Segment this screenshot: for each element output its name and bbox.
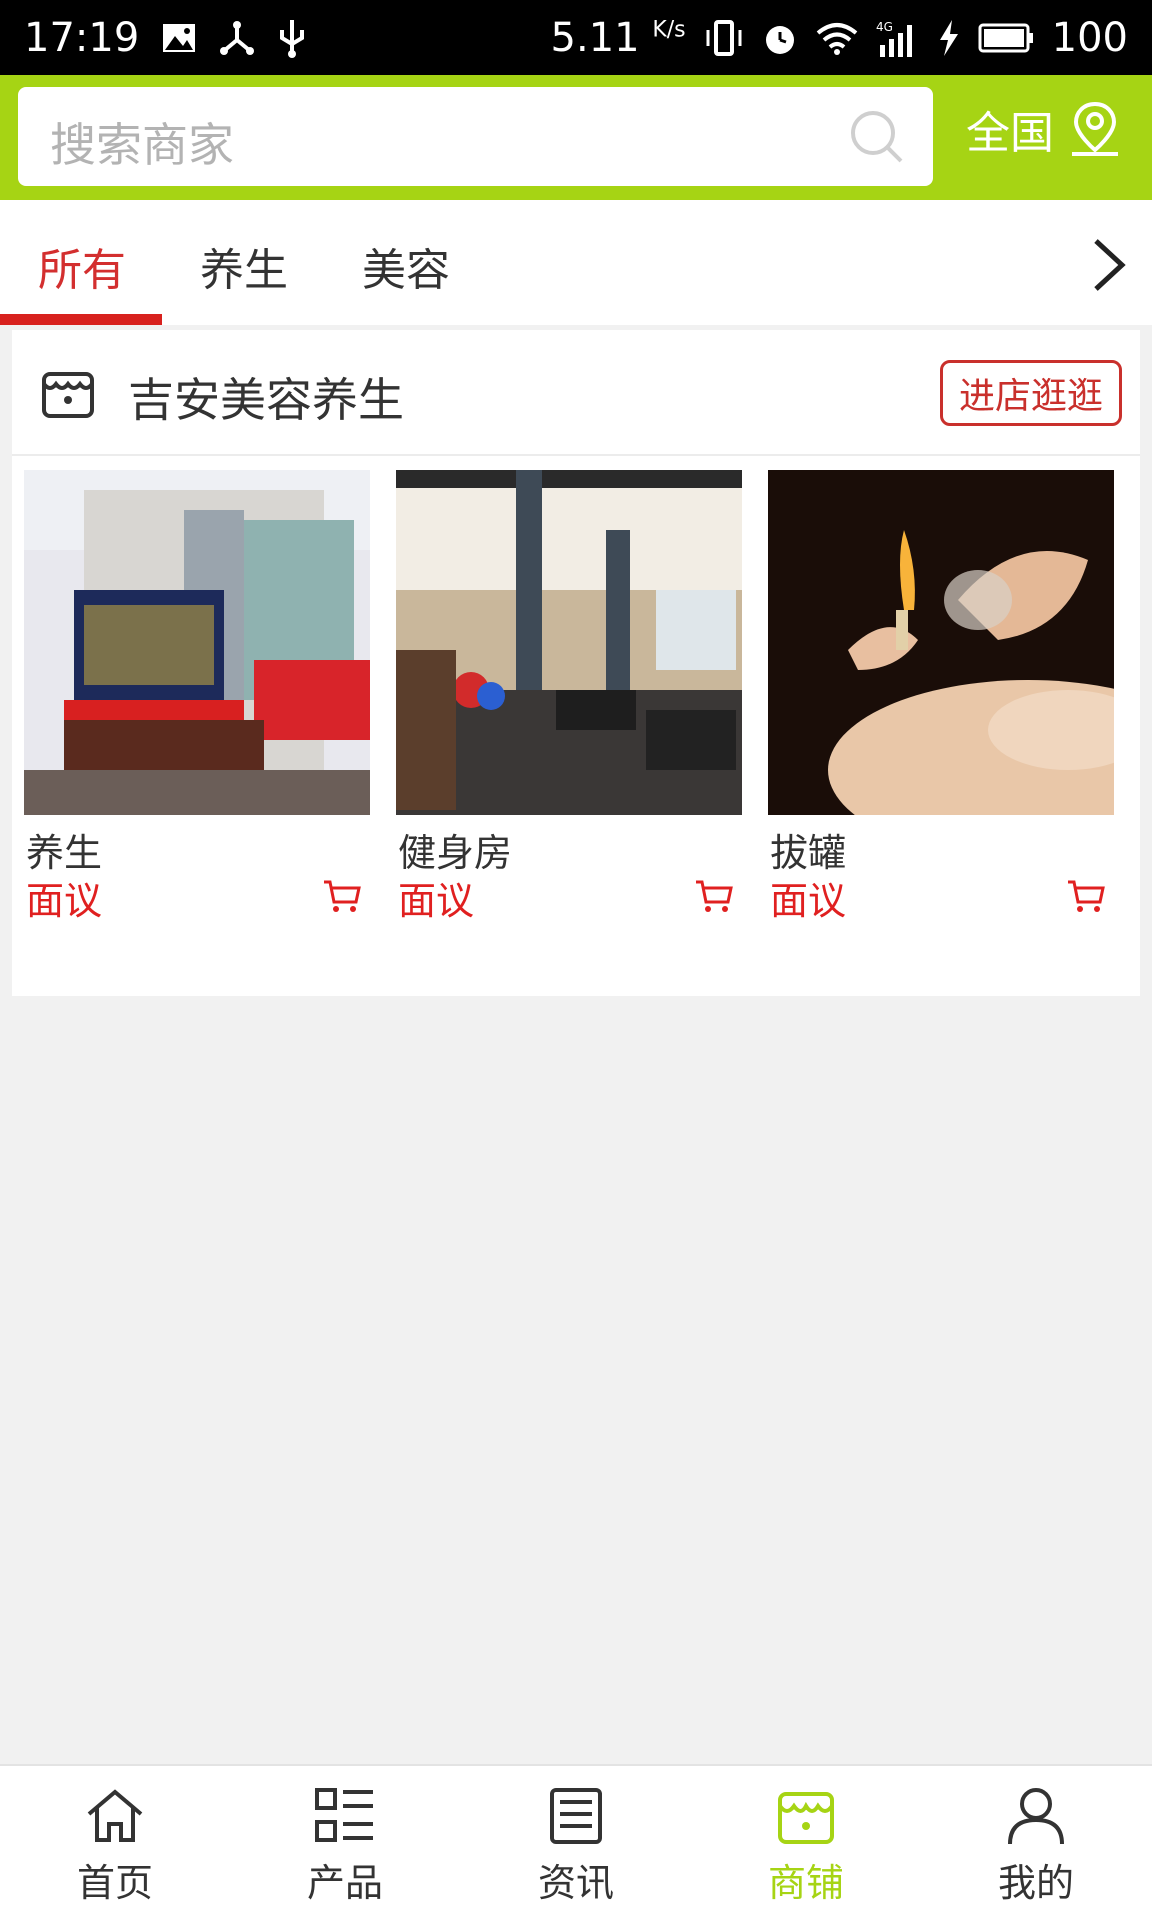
store-icon (42, 372, 94, 418)
product-price: 面议 (398, 879, 475, 923)
search-input[interactable]: 搜索商家 (18, 87, 933, 186)
usb-icon (277, 18, 307, 58)
shop-header: 吉安美容养生 进店逛逛 (12, 330, 1140, 456)
cart-icon[interactable] (694, 876, 734, 916)
location-pin-icon (1072, 101, 1118, 156)
product-price: 面议 (26, 879, 103, 923)
product-price: 面议 (770, 879, 847, 923)
store-icon (778, 1792, 834, 1844)
nav-profile[interactable]: 我的 (961, 1784, 1111, 1907)
product-image-storefront[interactable] (24, 470, 370, 815)
product-name: 拔罐 (770, 831, 847, 875)
search-icon[interactable] (849, 109, 905, 165)
image-icon (161, 22, 197, 54)
alarm-icon (762, 20, 798, 56)
battery-icon (978, 23, 1034, 53)
news-icon (550, 1788, 602, 1844)
battery-level: 100 (1051, 14, 1128, 61)
product-item[interactable]: 健身房 面议 (396, 470, 742, 923)
tab-all[interactable]: 所有 (38, 234, 126, 298)
cart-icon[interactable] (1066, 876, 1106, 916)
nav-label: 商铺 (767, 1861, 844, 1905)
svg-text:4G: 4G (876, 20, 893, 34)
nav-label: 我的 (997, 1861, 1074, 1905)
nav-home[interactable]: 首页 (40, 1784, 190, 1907)
chevron-right-icon[interactable] (1086, 235, 1130, 295)
shop-name: 吉安美容养生 (128, 373, 404, 427)
region-selector[interactable]: 全国 (966, 97, 1122, 161)
region-label: 全国 (966, 108, 1054, 159)
wifi-icon (816, 21, 858, 55)
nav-label: 首页 (76, 1861, 153, 1905)
active-tab-indicator (0, 314, 162, 325)
nav-label: 资讯 (537, 1861, 614, 1905)
header-bar: 搜索商家 全国 (0, 75, 1152, 200)
product-item[interactable]: 养生 面议 (24, 470, 370, 923)
product-list-icon (315, 1788, 373, 1842)
user-icon (1008, 1788, 1064, 1845)
tab-beauty[interactable]: 美容 (362, 234, 450, 298)
vibrate-icon (704, 19, 744, 56)
nav-label: 产品 (306, 1861, 383, 1905)
shop-card: 吉安美容养生 进店逛逛 养生 面议 健身房 面议 拔罐 面议 (12, 330, 1140, 996)
nav-store[interactable]: 商铺 (731, 1784, 881, 1907)
nav-products[interactable]: 产品 (270, 1784, 420, 1907)
bottom-nav: 首页 产品 资讯 商铺 我的 (0, 1764, 1152, 1920)
product-item[interactable]: 拔罐 面议 (768, 470, 1114, 923)
product-name: 养生 (26, 831, 103, 875)
product-image-gym[interactable] (396, 470, 742, 815)
category-tabs: 所有 养生 美容 (0, 200, 1152, 325)
status-time: 17:19 (24, 14, 140, 61)
share-icon (219, 20, 255, 56)
tab-health[interactable]: 养生 (200, 234, 288, 298)
cart-icon[interactable] (322, 876, 362, 916)
charging-icon (938, 19, 960, 56)
product-name: 健身房 (398, 831, 513, 875)
signal-icon: 4G (876, 19, 920, 57)
product-image-cupping[interactable] (768, 470, 1114, 815)
home-icon (87, 1789, 143, 1842)
status-bar: 17:19 5.11 K/s 4G 100 (0, 0, 1152, 75)
enter-shop-button[interactable]: 进店逛逛 (940, 360, 1122, 426)
nav-news[interactable]: 资讯 (501, 1784, 651, 1907)
search-placeholder: 搜索商家 (50, 118, 234, 172)
network-speed: 5.11 K/s (550, 14, 686, 61)
